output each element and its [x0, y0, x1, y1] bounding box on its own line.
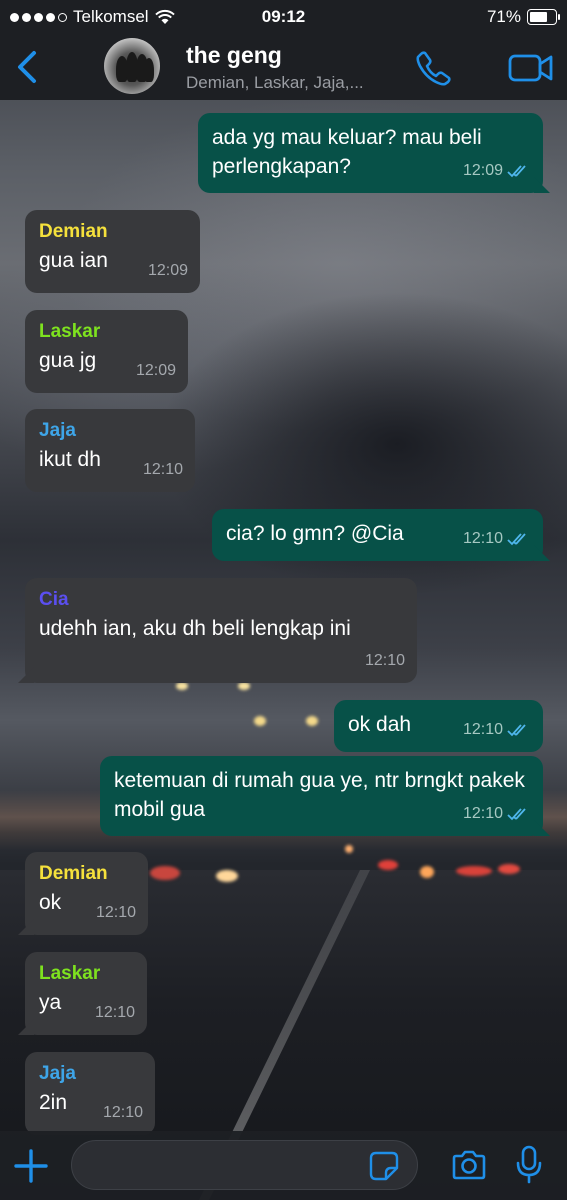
- sender-name: Demian: [39, 221, 108, 242]
- double-check-icon: [507, 807, 526, 820]
- message-text: udehh ian, aku dh beli lengkap ini: [39, 617, 351, 640]
- outgoing-message[interactable]: ketemuan di rumah gua ye, ntr brngkt pak…: [100, 756, 550, 836]
- status-bar: Telkomsel 09:12 71%: [0, 0, 567, 34]
- outgoing-message[interactable]: ada yg mau keluar? mau beli perlengkapan…: [198, 113, 550, 193]
- video-camera-icon[interactable]: [508, 52, 554, 84]
- camera-icon[interactable]: [451, 1149, 487, 1181]
- message-time: 12:10: [462, 530, 503, 547]
- message-time: 12:09: [462, 162, 503, 179]
- message-meta: 12:10: [463, 524, 531, 553]
- status-bar-right: 71%: [486, 7, 560, 27]
- group-avatar[interactable]: [104, 38, 160, 94]
- wallpaper-light: [420, 866, 434, 878]
- incoming-message[interactable]: Demian ok 12:10: [18, 852, 148, 935]
- chat-title[interactable]: the geng: [186, 42, 282, 69]
- sender-name: Demian: [39, 863, 108, 884]
- sender-name: Cia: [39, 589, 69, 610]
- message-time: 12:09: [135, 362, 176, 379]
- message-time: 12:10: [94, 1004, 135, 1021]
- chevron-left-icon[interactable]: [12, 48, 42, 86]
- incoming-message[interactable]: Cia udehh ian, aku dh beli lengkap ini 1…: [18, 578, 417, 683]
- message-time: 12:10: [142, 461, 183, 478]
- incoming-message[interactable]: Jaja ikut dh 12:10: [25, 409, 195, 492]
- message-time: 12:09: [147, 262, 188, 279]
- message-meta: 12:10: [463, 715, 531, 744]
- message-time: 12:10: [95, 904, 136, 921]
- incoming-message[interactable]: Demian gua ian 12:09: [25, 210, 200, 293]
- wallpaper-light: [456, 866, 492, 876]
- message-time: 12:10: [102, 1104, 143, 1121]
- incoming-message[interactable]: Laskar gua jg 12:09: [25, 310, 188, 393]
- plus-icon[interactable]: [14, 1149, 48, 1183]
- outgoing-message[interactable]: cia? lo gmn? @Cia 12:10: [212, 509, 550, 561]
- battery-percentage: 71%: [486, 7, 521, 26]
- double-check-icon: [507, 532, 526, 545]
- sender-name: Jaja: [39, 420, 76, 441]
- chat-participants[interactable]: Demian, Laskar, Jaja,...: [186, 73, 364, 93]
- wallpaper-light: [150, 866, 180, 880]
- sender-name: Jaja: [39, 1063, 76, 1084]
- message-meta: 12:10: [463, 799, 531, 828]
- message-time: 12:10: [364, 652, 405, 669]
- sender-name: Laskar: [39, 321, 101, 342]
- wallpaper-light: [378, 860, 398, 870]
- double-check-icon: [507, 723, 526, 736]
- wallpaper-light: [498, 864, 520, 874]
- phone-icon[interactable]: [416, 50, 452, 86]
- message-time: 12:10: [462, 721, 503, 738]
- message-meta: 12:09: [463, 156, 531, 185]
- sticker-icon[interactable]: [369, 1151, 399, 1181]
- outgoing-message[interactable]: ok dah 12:10: [334, 700, 543, 752]
- wallpaper-light: [238, 682, 250, 690]
- microphone-icon[interactable]: [515, 1145, 543, 1185]
- wallpaper-light: [176, 682, 188, 690]
- message-input-bar: [0, 1131, 567, 1200]
- clock: 09:12: [261, 7, 306, 26]
- wallpaper-light: [254, 716, 266, 726]
- battery-icon: [527, 9, 560, 25]
- incoming-message[interactable]: Laskar ya 12:10: [18, 952, 147, 1035]
- chat-header: the geng Demian, Laskar, Jaja,...: [0, 34, 567, 100]
- wallpaper-light: [306, 716, 318, 726]
- wallpaper-light: [216, 870, 238, 882]
- message-time: 12:10: [462, 805, 503, 822]
- sender-name: Laskar: [39, 963, 101, 984]
- wallpaper-light: [345, 845, 353, 853]
- incoming-message[interactable]: Jaja 2in 12:10: [25, 1052, 155, 1135]
- double-check-icon: [507, 164, 526, 177]
- message-input[interactable]: [71, 1140, 418, 1190]
